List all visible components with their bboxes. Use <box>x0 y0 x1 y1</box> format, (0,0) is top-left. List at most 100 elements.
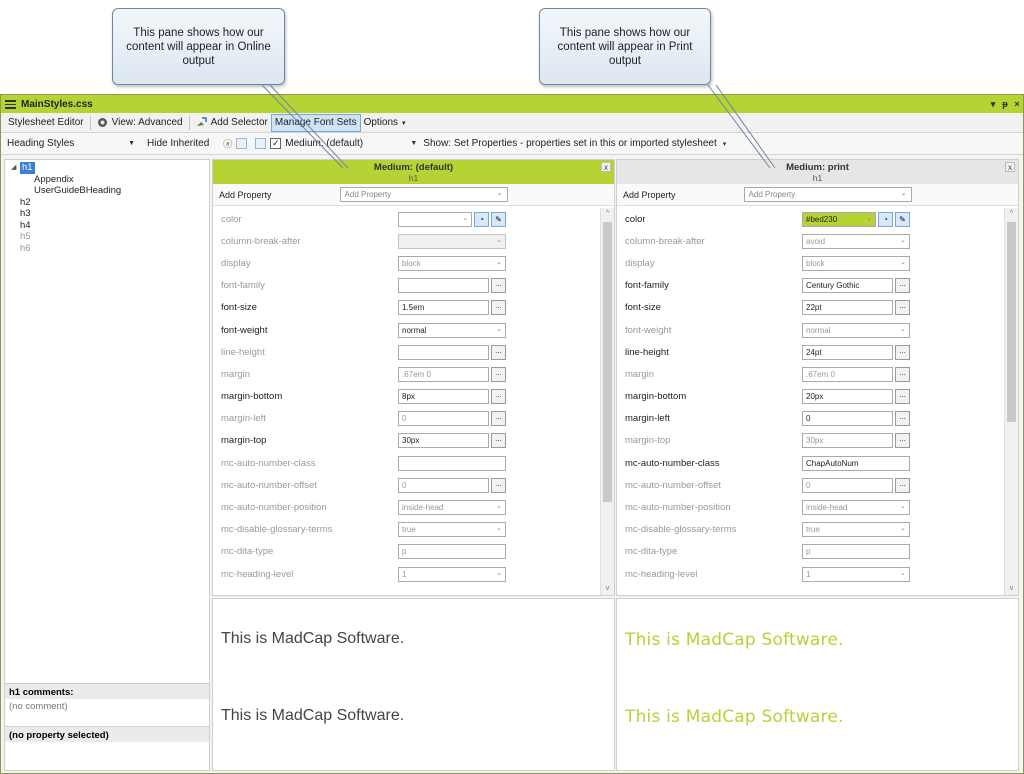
property-value-field[interactable]: avoid ⌄ <box>802 233 910 249</box>
color-picker-icon[interactable]: ◔ <box>878 211 893 227</box>
show-filter-dropdown[interactable]: Show: Set Properties - properties set in… <box>423 138 726 149</box>
property-scrollbar[interactable]: ^ v <box>600 208 614 595</box>
property-value-field[interactable]: #bed230 ⌄ <box>802 211 876 227</box>
property-value-field[interactable]: p <box>398 544 506 560</box>
property-value: inside-head <box>402 503 444 513</box>
scroll-up-icon[interactable]: ^ <box>1005 208 1018 220</box>
manage-font-sets-button[interactable]: Manage Font Sets <box>270 113 361 132</box>
property-value-field[interactable]: 22pt <box>802 300 893 316</box>
property-name: margin-left <box>625 413 670 425</box>
property-value-field[interactable] <box>398 344 489 360</box>
property-value-field[interactable]: .67em 0 <box>398 366 489 382</box>
close-pane-icon[interactable]: x <box>1005 162 1015 172</box>
ellipsis-button[interactable]: ... <box>491 344 506 360</box>
scroll-down-icon[interactable]: v <box>1005 583 1018 595</box>
property-value-field[interactable]: 0 <box>802 411 893 427</box>
ellipsis-button[interactable]: ... <box>895 433 910 449</box>
add-selector-button[interactable]: Add Selector <box>193 114 271 132</box>
ellipsis-button[interactable]: ... <box>895 278 910 294</box>
sort-icon[interactable]: ⓐ <box>223 137 232 150</box>
selector-tree: ◢ h1 Appendix UserGuideBHeading h2 h3 h4 h5 h6 <box>5 160 209 254</box>
property-value-field[interactable]: 0 <box>802 477 893 493</box>
property-value-field[interactable]: 1 ⌄ <box>398 566 506 582</box>
property-value-field[interactable]: ⌄ <box>398 233 506 249</box>
ellipsis-button[interactable]: ... <box>895 389 910 405</box>
property-value-field[interactable]: ⌄ <box>398 211 472 227</box>
property-row: font-family Century Gothic... <box>617 275 1004 297</box>
property-value-field[interactable]: 0 <box>398 477 489 493</box>
property-value-field[interactable]: true ⌄ <box>398 522 506 538</box>
property-value-field[interactable]: inside-head ⌄ <box>398 500 506 516</box>
property-value-field[interactable]: 20px <box>802 389 893 405</box>
property-value-field[interactable]: inside-head ⌄ <box>802 500 910 516</box>
ellipsis-button[interactable]: ... <box>895 300 910 316</box>
property-value-field[interactable] <box>398 455 506 471</box>
hide-inherited-button[interactable]: Hide Inherited <box>147 138 209 149</box>
property-value-field[interactable]: 24pt <box>802 344 893 360</box>
ellipsis-button[interactable]: ... <box>491 477 506 493</box>
ellipsis-button[interactable]: ... <box>491 300 506 316</box>
property-value-field[interactable]: 30px <box>398 433 489 449</box>
tree-item[interactable]: h6 <box>11 243 209 255</box>
scroll-up-icon[interactable]: ^ <box>601 208 614 220</box>
property-value-field[interactable]: block ⌄ <box>802 255 910 271</box>
eyedropper-icon[interactable]: ✎ <box>895 211 910 227</box>
ellipsis-button[interactable]: ... <box>491 389 506 405</box>
property-value-field[interactable]: .67em 0 <box>802 366 893 382</box>
tree-item[interactable]: Appendix <box>11 174 209 186</box>
color-picker-icon[interactable]: ◔ <box>474 211 489 227</box>
view-advanced-button[interactable]: View: Advanced <box>94 114 186 132</box>
property-value: p <box>806 547 811 557</box>
property-value-field[interactable]: normal ⌄ <box>398 322 506 338</box>
ellipsis-button[interactable]: ... <box>895 477 910 493</box>
property-value-field[interactable]: block ⌄ <box>398 255 506 271</box>
medium-dropdown[interactable]: Medium: (default) ▼ <box>285 138 417 149</box>
scroll-thumb[interactable] <box>603 222 612 502</box>
ellipsis-button[interactable]: ... <box>491 366 506 382</box>
expand-toggle-icon[interactable]: ◢ <box>11 162 20 174</box>
property-value-field[interactable]: normal ⌄ <box>802 322 910 338</box>
window-menu-icon[interactable] <box>5 99 16 109</box>
property-value-field[interactable]: true ⌄ <box>802 522 910 538</box>
tree-item[interactable]: UserGuideBHeading <box>11 185 209 197</box>
ellipsis-button[interactable]: ... <box>895 366 910 382</box>
property-value-field[interactable]: 0 <box>398 411 489 427</box>
ellipsis-button[interactable]: ... <box>895 344 910 360</box>
eyedropper-icon[interactable]: ✎ <box>491 211 506 227</box>
tree-item[interactable]: ◢ h1 <box>11 162 209 174</box>
window-dropdown-icon[interactable]: ▾ <box>987 99 999 110</box>
property-value-field[interactable]: ChapAutoNum <box>802 455 910 471</box>
medium-checkbox[interactable]: ✓ <box>270 138 282 149</box>
property-value-field[interactable]: 30px <box>802 433 893 449</box>
property-row: mc-auto-number-offset 0... <box>213 474 600 496</box>
pin-icon[interactable]: ᵽ <box>999 99 1011 109</box>
tree-item[interactable]: h3 <box>11 208 209 220</box>
tree-item[interactable]: h2 <box>11 197 209 209</box>
scroll-down-icon[interactable]: v <box>601 583 614 595</box>
scroll-thumb[interactable] <box>1007 222 1016 422</box>
tree-item[interactable]: h5 <box>11 231 209 243</box>
paste-icon[interactable] <box>255 138 267 149</box>
ellipsis-button[interactable]: ... <box>491 278 506 294</box>
property-value-field[interactable]: 8px <box>398 389 489 405</box>
close-icon[interactable]: × <box>1011 99 1023 109</box>
property-value-field[interactable]: 1.5em <box>398 300 489 316</box>
heading-styles-dropdown[interactable]: Heading Styles ▼ <box>7 138 135 149</box>
property-value-field[interactable]: Century Gothic <box>802 278 893 294</box>
tree-item[interactable]: h4 <box>11 220 209 232</box>
options-menu[interactable]: Options ▾ <box>361 114 409 132</box>
close-pane-icon[interactable]: x <box>601 162 611 172</box>
ellipsis-button[interactable]: ... <box>491 411 506 427</box>
ellipsis-button[interactable]: ... <box>491 433 506 449</box>
add-property-dropdown[interactable]: Add Property ⌄ <box>743 187 912 202</box>
add-property-dropdown[interactable]: Add Property ⌄ <box>339 187 508 202</box>
property-value: normal <box>402 325 427 335</box>
property-value-field[interactable] <box>398 278 489 294</box>
property-value-field[interactable]: 1 ⌄ <box>802 566 910 582</box>
property-scrollbar[interactable]: ^ v <box>1004 208 1018 595</box>
ellipsis-button[interactable]: ... <box>895 411 910 427</box>
chevron-down-icon: ⌄ <box>900 569 906 577</box>
copy-icon[interactable] <box>236 138 248 149</box>
property-value-field[interactable]: p <box>802 544 910 560</box>
property-row: margin-left 0... <box>213 408 600 430</box>
